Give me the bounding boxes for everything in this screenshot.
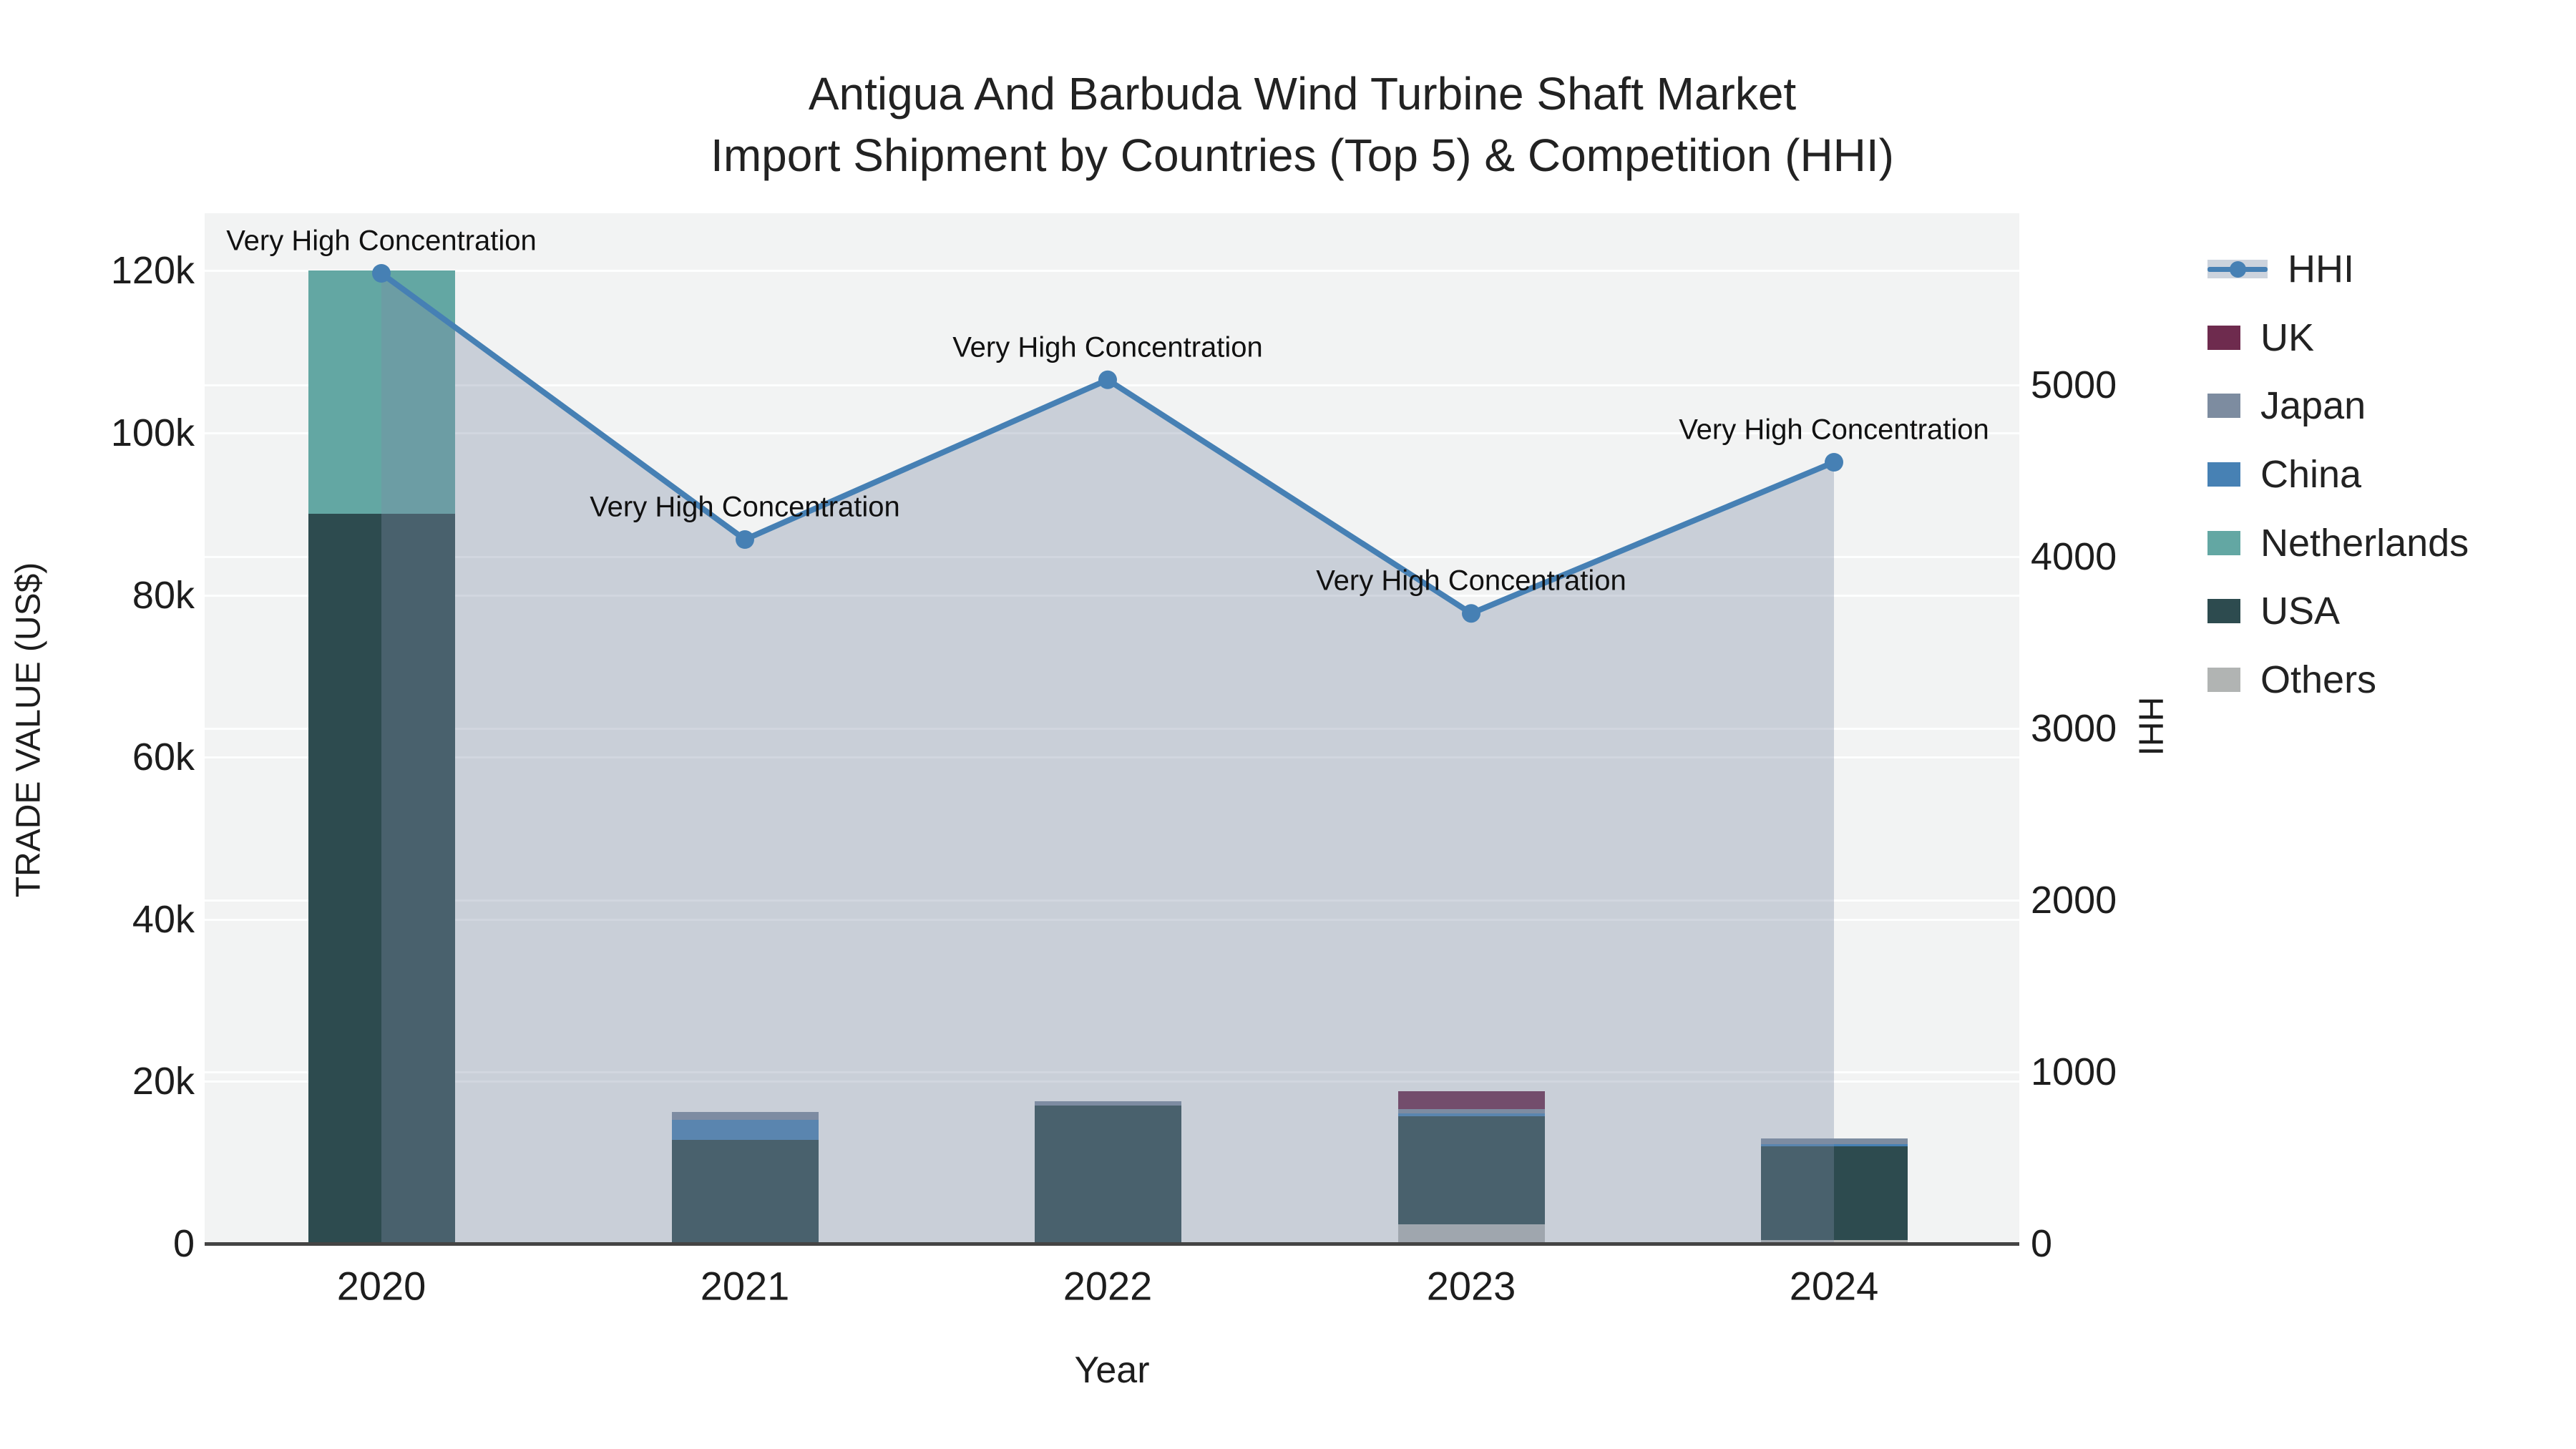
y-right-tick-3000: 3000 <box>2031 707 2117 750</box>
chart-canvas: Antigua And Barbuda Wind Turbine Shaft M… <box>0 0 2576 1449</box>
legend-label-china: China <box>2260 453 2362 496</box>
legend-label-uk: UK <box>2260 316 2315 359</box>
annotation-2024: Very High Concentration <box>1679 414 1989 446</box>
x-axis-line <box>205 1242 2019 1246</box>
legend-swatch-china <box>2207 462 2240 487</box>
legend-item-hhi[interactable]: HHI <box>2207 247 2354 291</box>
legend-item-uk[interactable]: UK <box>2207 316 2314 360</box>
y-left-tick-40k: 40k <box>132 897 195 941</box>
hhi-marker-2021 <box>736 530 754 549</box>
legend-label-usa: USA <box>2260 590 2341 633</box>
hhi-marker-2023 <box>1462 604 1480 623</box>
hhi-area-fill <box>381 273 1834 1244</box>
x-tick-2021: 2021 <box>700 1263 790 1309</box>
legend-item-japan[interactable]: Japan <box>2207 384 2366 428</box>
legend-swatch-others <box>2207 668 2240 692</box>
legend-swatch-usa <box>2207 599 2240 623</box>
legend-item-netherlands[interactable]: Netherlands <box>2207 521 2469 565</box>
annotation-2021: Very High Concentration <box>590 491 900 523</box>
legend-hhi-marker <box>2230 261 2246 278</box>
legend-label-netherlands: Netherlands <box>2260 522 2469 565</box>
y-right-axis-title: HHI <box>2131 696 2170 756</box>
y-left-tick-60k: 60k <box>132 736 195 779</box>
x-tick-2024: 2024 <box>1789 1263 1879 1309</box>
legend-label-hhi: HHI <box>2288 248 2354 291</box>
legend-swatch-netherlands <box>2207 531 2240 555</box>
annotation-2020: Very High Concentration <box>226 225 537 257</box>
y-left-axis-title: TRADE VALUE (US$) <box>9 562 48 898</box>
legend-label-japan: Japan <box>2260 384 2366 427</box>
chart-title-line1: Antigua And Barbuda Wind Turbine Shaft M… <box>808 68 1797 119</box>
legend-item-usa[interactable]: USA <box>2207 589 2340 633</box>
x-tick-2023: 2023 <box>1426 1263 1516 1309</box>
x-axis-title: Year <box>1074 1350 1150 1391</box>
chart-title-line2: Import Shipment by Countries (Top 5) & C… <box>711 130 1894 181</box>
y-right-tick-4000: 4000 <box>2031 535 2117 578</box>
y-left-tick-20k: 20k <box>132 1060 195 1103</box>
x-tick-2022: 2022 <box>1063 1263 1153 1309</box>
y-right-tick-0: 0 <box>2031 1222 2053 1265</box>
y-left-tick-120k: 120k <box>110 249 195 293</box>
hhi-line-chart <box>372 264 1843 1244</box>
hhi-marker-2024 <box>1825 453 1843 472</box>
y-left-tick-80k: 80k <box>132 573 195 617</box>
y-right-tick-5000: 5000 <box>2031 364 2117 406</box>
hhi-marker-2022 <box>1098 370 1117 389</box>
annotation-2023: Very High Concentration <box>1316 565 1626 597</box>
plot-area <box>205 213 2019 1244</box>
annotation-2022: Very High Concentration <box>952 331 1263 364</box>
legend-line-sample-hhi <box>2207 256 2268 282</box>
y-right-tick-1000: 1000 <box>2031 1050 2117 1093</box>
legend-label-others: Others <box>2260 658 2377 701</box>
legend-item-china[interactable]: China <box>2207 452 2361 497</box>
y-left-tick-100k: 100k <box>110 411 195 454</box>
y-right-tick-2000: 2000 <box>2031 879 2117 922</box>
legend-item-others[interactable]: Others <box>2207 658 2376 702</box>
legend-swatch-japan <box>2207 394 2240 418</box>
legend-swatch-uk <box>2207 326 2240 350</box>
y-left-tick-0: 0 <box>172 1222 195 1265</box>
x-tick-2020: 2020 <box>336 1263 426 1309</box>
hhi-marker-2020 <box>372 264 391 283</box>
